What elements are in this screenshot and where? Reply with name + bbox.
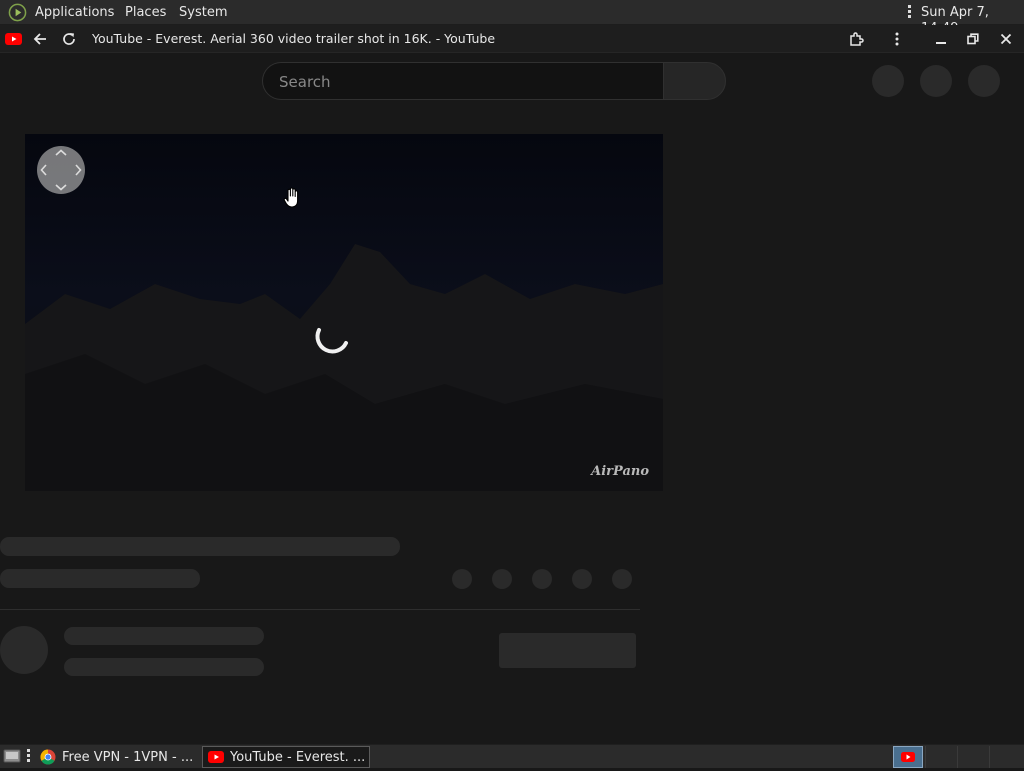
workspace-2[interactable] xyxy=(925,746,955,768)
channel-name-skeleton xyxy=(64,627,264,645)
360-navigation-control[interactable] xyxy=(37,146,85,194)
workspace-4[interactable] xyxy=(989,746,1019,768)
page-title: YouTube - Everest. Aerial 360 video trai… xyxy=(92,31,496,46)
subscribe-button-skeleton xyxy=(499,633,636,668)
channel-subs-skeleton xyxy=(64,658,264,676)
taskbar-handle-icon[interactable] xyxy=(27,749,31,765)
kebab-menu-icon[interactable] xyxy=(887,25,907,53)
video-player[interactable]: AirPano xyxy=(25,134,663,491)
hand-cursor-icon xyxy=(283,187,299,208)
action-placeholder-icon xyxy=(452,569,472,589)
masthead-placeholder-icon[interactable] xyxy=(920,65,952,97)
workspace-3[interactable] xyxy=(957,746,987,768)
divider xyxy=(0,609,640,610)
meta-skeleton xyxy=(0,569,200,588)
restore-icon[interactable] xyxy=(962,25,984,53)
avatar-placeholder[interactable] xyxy=(968,65,1000,97)
search-button[interactable] xyxy=(663,62,726,100)
workspace-1[interactable] xyxy=(893,746,923,768)
search-placeholder: Search xyxy=(279,73,331,91)
airpano-watermark: AirPano xyxy=(591,464,649,479)
youtube-icon xyxy=(208,751,224,763)
back-arrow-icon[interactable] xyxy=(29,25,51,53)
taskbar-item-free-vpn[interactable]: Free VPN - 1VPN - ... xyxy=(36,746,198,768)
loading-spinner-icon xyxy=(315,328,348,354)
chrome-icon xyxy=(40,749,56,765)
action-placeholder-icon xyxy=(612,569,632,589)
places-menu[interactable]: Places xyxy=(125,5,166,21)
extensions-icon[interactable] xyxy=(846,25,868,53)
taskbar-item-label: Free VPN - 1VPN - ... xyxy=(62,749,194,765)
top-panel: Applications Places System Sun Apr 7, 14… xyxy=(0,0,1024,36)
browser-titlebar: YouTube - Everest. Aerial 360 video trai… xyxy=(0,25,1024,53)
youtube-window-thumbnail-icon xyxy=(901,752,915,762)
taskbar-item-youtube[interactable]: YouTube - Everest. ... xyxy=(202,746,370,768)
panel-handle-icon[interactable] xyxy=(908,5,912,21)
minimize-icon[interactable] xyxy=(930,25,952,53)
show-desktop-icon[interactable] xyxy=(3,748,21,764)
close-icon[interactable] xyxy=(995,25,1017,53)
channel-avatar-skeleton xyxy=(0,626,48,674)
action-placeholder-icon xyxy=(532,569,552,589)
distro-logo-icon[interactable] xyxy=(8,3,27,22)
youtube-favicon-icon xyxy=(4,25,22,53)
applications-menu[interactable]: Applications xyxy=(35,5,114,21)
title-skeleton xyxy=(0,537,400,556)
taskbar-item-label: YouTube - Everest. ... xyxy=(230,749,366,765)
system-menu[interactable]: System xyxy=(179,5,227,21)
action-placeholder-icon xyxy=(572,569,592,589)
action-placeholder-icon xyxy=(492,569,512,589)
masthead-placeholder-icon[interactable] xyxy=(872,65,904,97)
video-frame xyxy=(25,134,663,491)
reload-icon[interactable] xyxy=(58,25,80,53)
taskbar: Free VPN - 1VPN - ... YouTube - Everest.… xyxy=(0,744,1024,768)
search-input[interactable]: Search xyxy=(262,62,663,100)
